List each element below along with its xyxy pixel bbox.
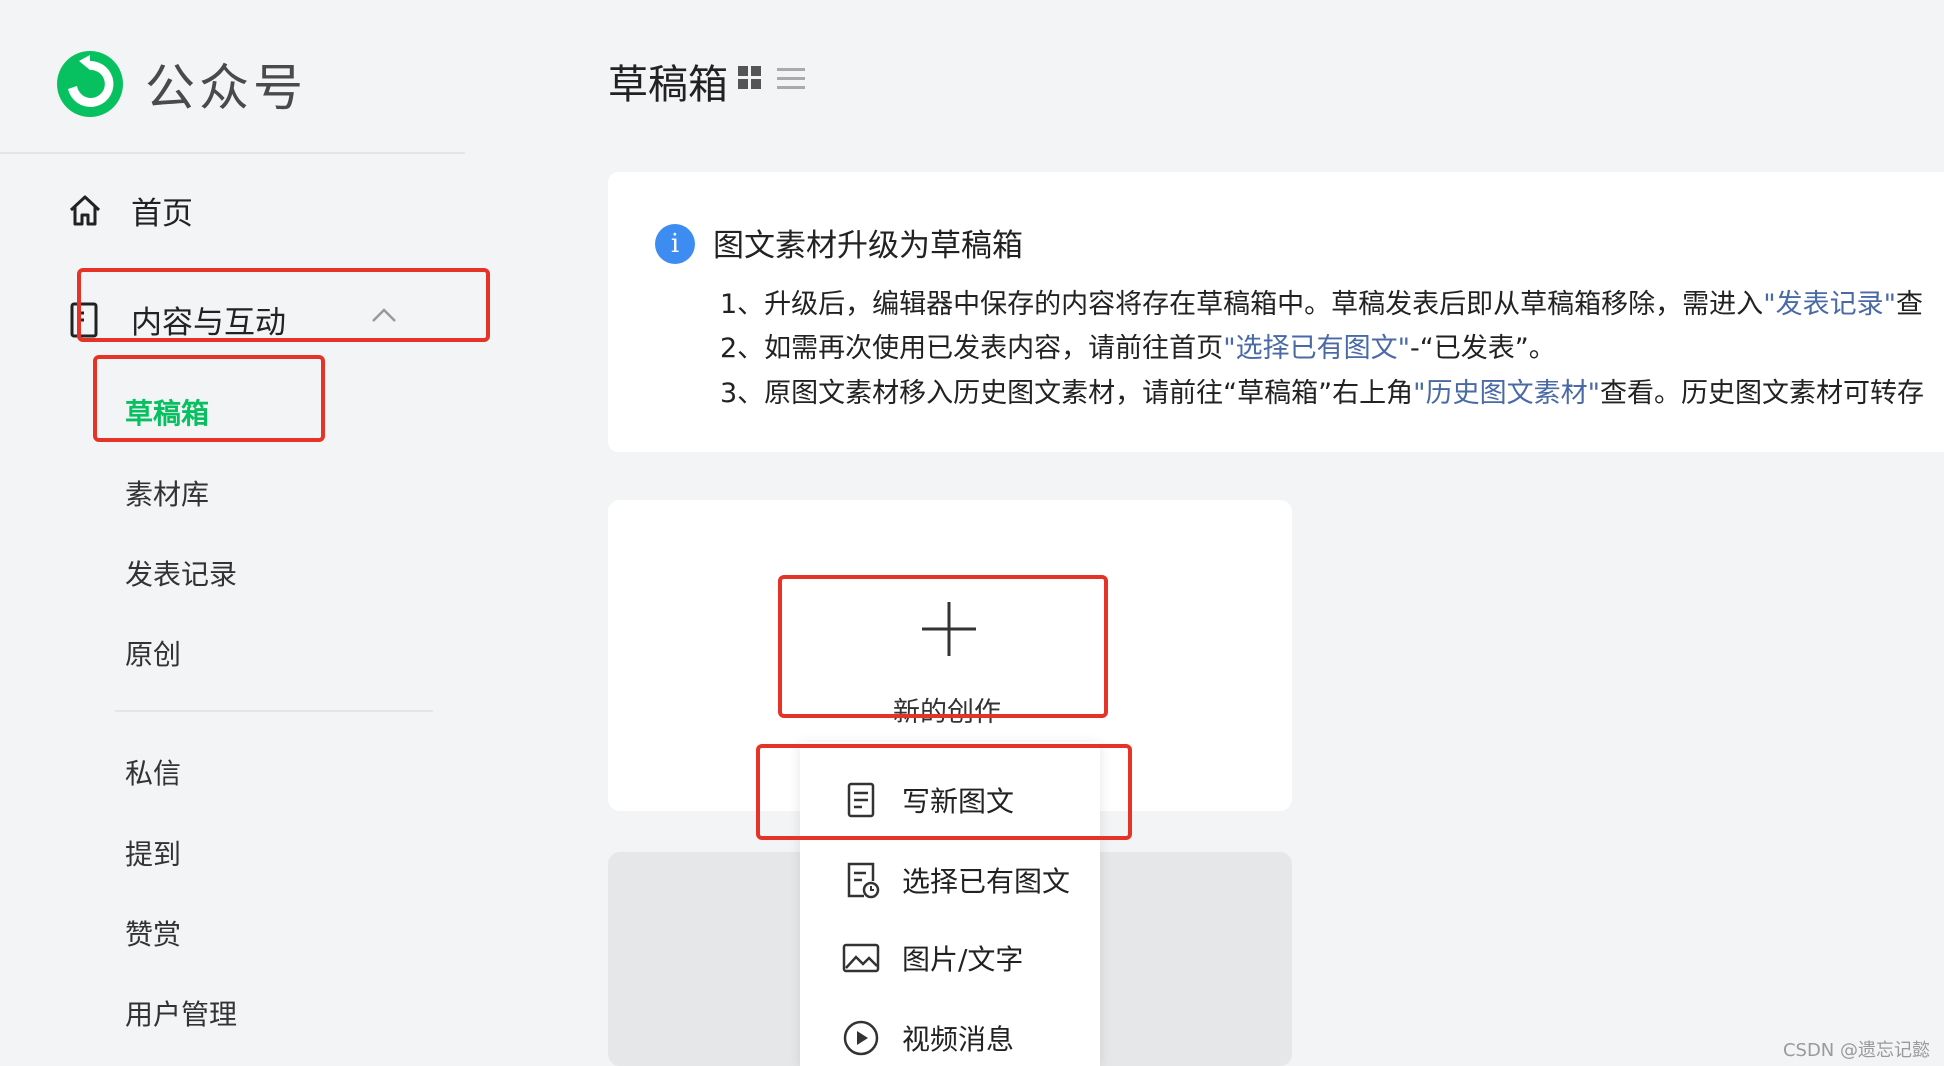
notice-text: 1、升级后，编辑器中保存的内容将存在草稿箱中。草稿发表后即从草稿箱移除，需进入 [720, 289, 1764, 320]
notice-text: 2、如需再次使用已发表内容，请前往首页 [720, 333, 1224, 364]
notice-text: 查 [1896, 289, 1924, 320]
publish-records-link[interactable]: "发表记录" [1763, 289, 1896, 320]
sidebar-item-home[interactable]: 首页 [65, 188, 193, 233]
notice-line: 2、如需再次使用已发表内容，请前往首页"选择已有图文"-“已发表”。 [720, 326, 1556, 365]
sidebar-divider [0, 152, 465, 154]
sidebar-item-materials[interactable]: 素材库 [125, 473, 209, 513]
notice-line: 3、原图文素材移入历史图文素材，请前往“草稿箱”右上角"历史图文素材"查看。历史… [720, 371, 1924, 410]
highlight-box-new-creation [778, 575, 1108, 718]
sidebar-item-rewards[interactable]: 赞赏 [125, 913, 181, 953]
sidebar-item-label: 首页 [131, 196, 193, 232]
sidebar-item-messages[interactable]: 私信 [125, 752, 181, 792]
menu-item-label: 选择已有图文 [902, 865, 1071, 898]
sidebar-divider [115, 710, 433, 712]
menu-item-label: 图片/文字 [902, 943, 1024, 976]
home-icon [65, 191, 105, 231]
upgrade-notice: i 图文素材升级为草稿箱 1、升级后，编辑器中保存的内容将存在草稿箱中。草稿发表… [608, 172, 1944, 452]
list-view-icon[interactable] [777, 66, 805, 92]
highlight-box-write-article [756, 744, 1132, 840]
menu-item-select-existing[interactable]: 选择已有图文 [842, 860, 1070, 900]
brand-name: 公众号 [145, 59, 307, 117]
highlight-box-drafts [93, 355, 325, 442]
menu-item-image-text[interactable]: 图片/文字 [842, 938, 1023, 978]
article-history-icon [842, 861, 880, 899]
sidebar-item-publish-records[interactable]: 发表记录 [125, 553, 237, 593]
notice-line: 1、升级后，编辑器中保存的内容将存在草稿箱中。草稿发表后即从草稿箱移除，需进入"… [720, 282, 1923, 321]
brand-logo[interactable]: 公众号 [55, 48, 307, 120]
select-existing-link[interactable]: "选择已有图文" [1223, 333, 1410, 364]
info-icon: i [655, 224, 695, 264]
notice-text: -“已发表”。 [1410, 333, 1556, 364]
notice-text: 查看。历史图文素材可转存 [1600, 378, 1924, 409]
sidebar-item-original[interactable]: 原创 [125, 633, 181, 673]
menu-item-label: 视频消息 [902, 1023, 1015, 1056]
wechat-official-logo-icon [57, 51, 123, 117]
sidebar: 公众号 首页 内容与互动 草稿箱 素材库 发表记录 原创 私信 提到 赞赏 用户… [0, 0, 465, 1066]
menu-item-video[interactable]: 视频消息 [842, 1018, 1014, 1058]
highlight-box-content-menu [77, 268, 490, 342]
watermark: CSDN @遗忘记懿 [1782, 1040, 1930, 1061]
notice-title: 图文素材升级为草稿箱 [713, 228, 1023, 264]
image-icon [842, 939, 880, 977]
notice-text: 3、原图文素材移入历史图文素材，请前往“草稿箱”右上角 [720, 378, 1414, 409]
play-circle-icon [842, 1019, 880, 1057]
history-materials-link[interactable]: "历史图文素材" [1413, 378, 1600, 409]
grid-view-icon[interactable] [738, 66, 762, 90]
page-title: 草稿箱 [608, 62, 728, 108]
sidebar-item-mentions[interactable]: 提到 [125, 833, 181, 873]
sidebar-item-user-management[interactable]: 用户管理 [125, 993, 237, 1033]
